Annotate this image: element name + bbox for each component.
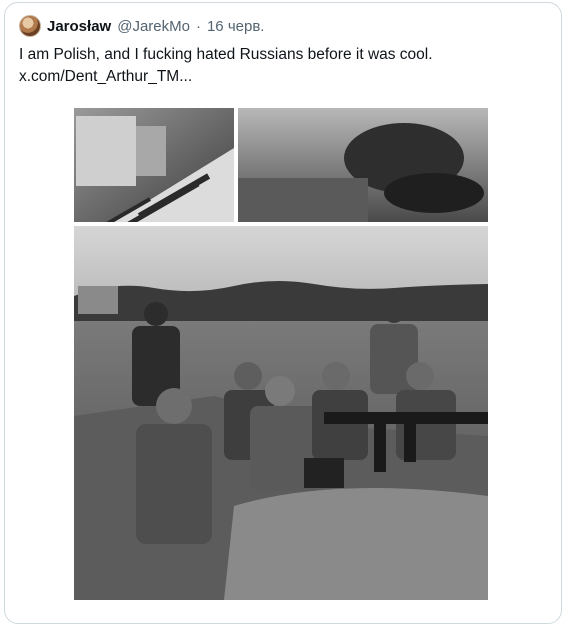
main-media-image[interactable] xyxy=(74,226,488,600)
tweet-date[interactable]: 16 черв. xyxy=(207,18,265,35)
tweet-text: I am Polish, and I fucking hated Russian… xyxy=(19,44,539,88)
author-name[interactable]: Jarosław xyxy=(47,18,111,35)
tweet-link[interactable]: x.com/Dent_Arthur_TM... xyxy=(19,66,539,88)
author-handle[interactable]: @JarekMo xyxy=(117,18,190,35)
avatar[interactable] xyxy=(19,15,41,37)
separator-dot: · xyxy=(195,17,201,35)
top-media-image[interactable] xyxy=(74,108,488,222)
tweet-body: I am Polish, and I fucking hated Russian… xyxy=(19,46,433,63)
tweet-header: Jarosław @JarekMo · 16 черв. xyxy=(19,15,264,37)
